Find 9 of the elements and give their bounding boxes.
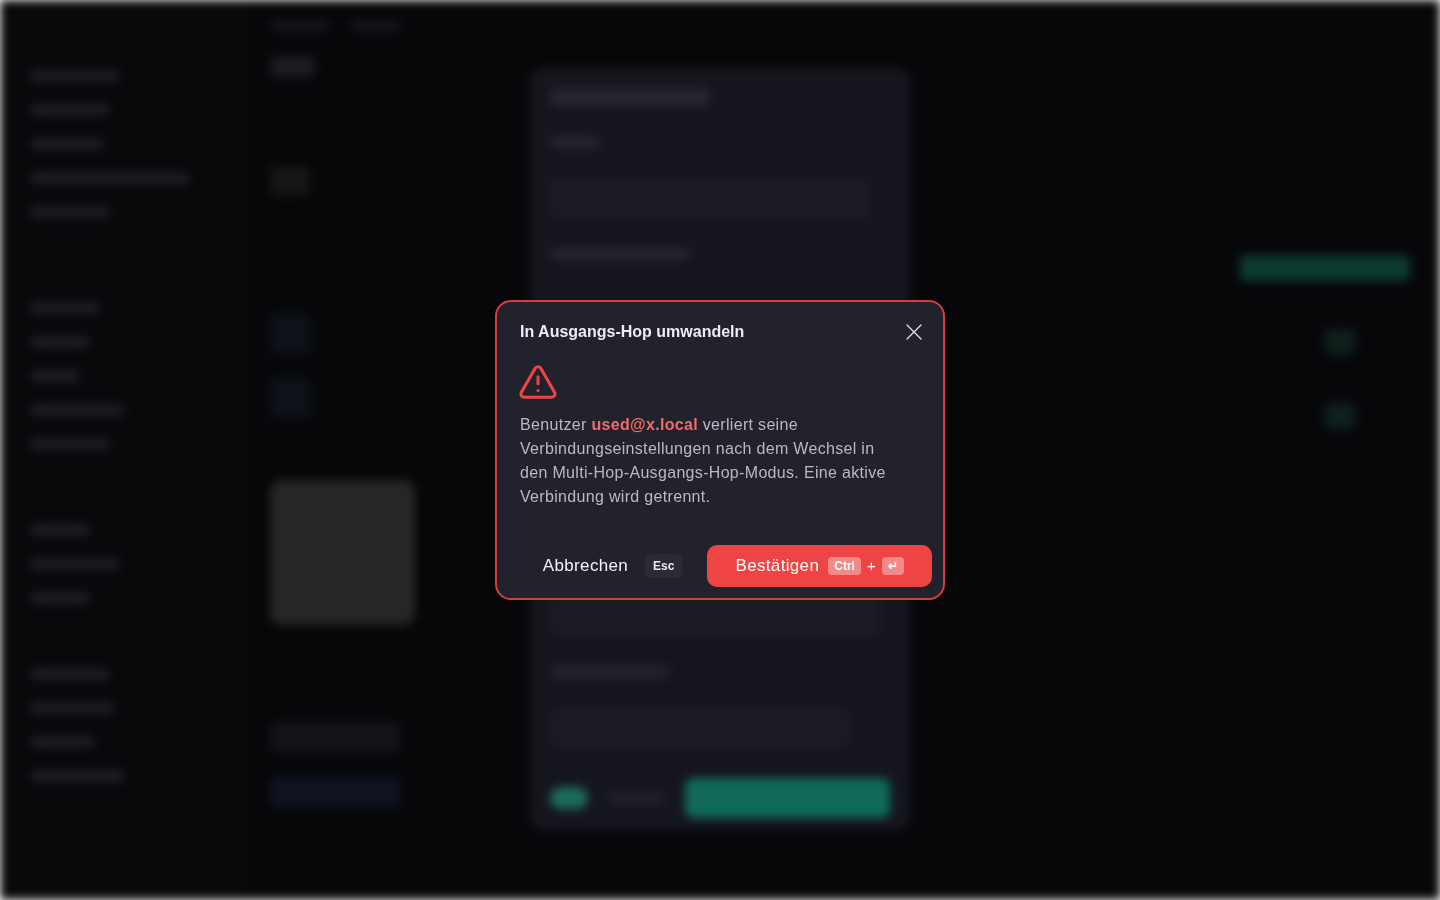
dialog-title: In Ausgangs-Hop umwandeln (520, 322, 745, 342)
confirm-button[interactable]: Bestätigen Ctrl + ↵ (707, 545, 932, 587)
shortcut-key: ↵ (882, 557, 904, 575)
shortcut-key: Esc (645, 554, 683, 578)
close-icon[interactable] (906, 324, 922, 340)
shortcut-key: Ctrl (828, 557, 861, 575)
cancel-button[interactable]: Abbrechen Esc (523, 545, 693, 587)
warning-icon (519, 365, 557, 399)
dialog-message: Benutzer used@x.local verliert seine Verbindungseinstellungen nach dem Wechsel in den Multi-Hop-Ausgangs-Hop-Modus. Eine aktive Verbindung wird getrennt. (520, 415, 887, 507)
